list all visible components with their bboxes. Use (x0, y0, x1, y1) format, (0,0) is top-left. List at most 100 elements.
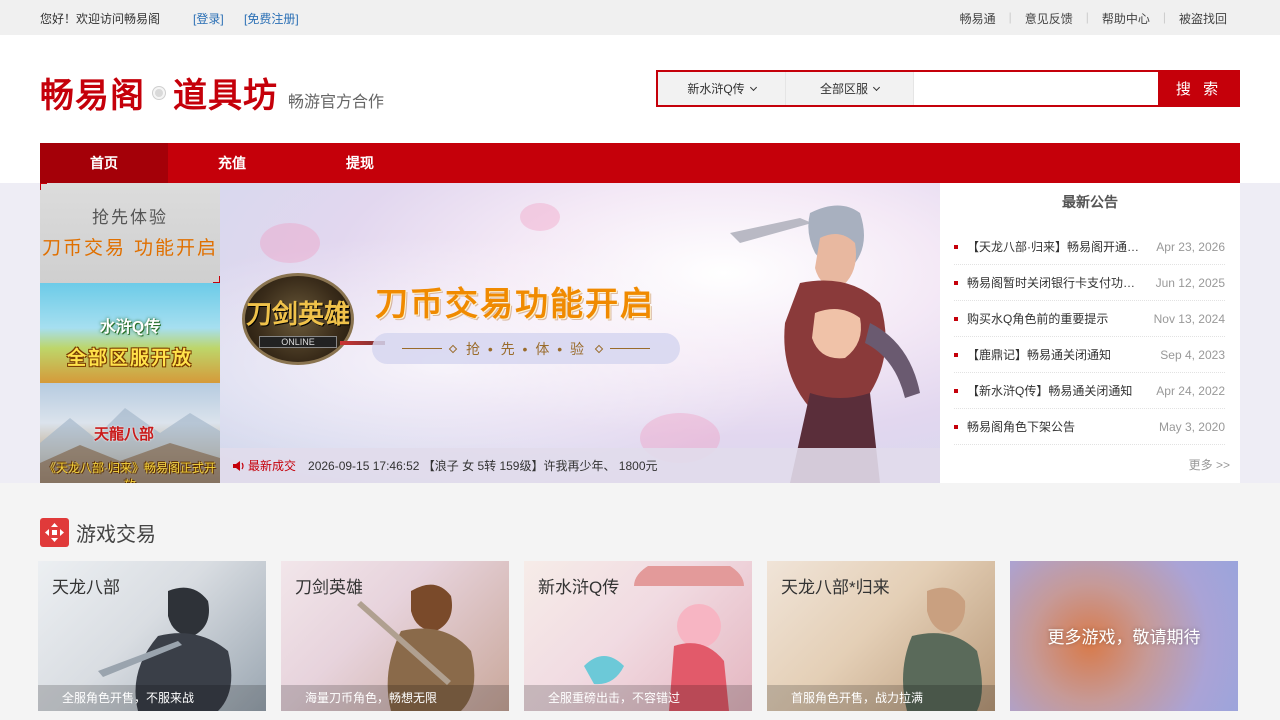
more-games-text: 更多游戏，敬请期待 (1047, 628, 1201, 647)
bullet-icon (954, 244, 958, 249)
top-link-changyitong[interactable]: 畅易通 (947, 10, 1009, 27)
promo-tile-tianlong[interactable]: 天龍八部 《天龙八部·归来》畅易阁正式开放 (40, 383, 220, 483)
promo-tile-line: 抢先体验 (92, 208, 168, 228)
top-link-feedback[interactable]: 意见反馈 (1012, 10, 1086, 27)
register-link[interactable]: [免费注册] (244, 10, 299, 27)
logo-dot-icon (153, 86, 165, 99)
latest-deal-label: 最新成交 (248, 459, 297, 473)
bullet-icon (954, 316, 958, 321)
game-logo-daojian: 刀剑英雄 ONLINE (242, 273, 354, 365)
game-card-tianlong-return[interactable]: 天龙八部*归来 首服角色开售，战力拉满 (767, 561, 995, 711)
game-card-caption: 海量刀币角色，畅想无限 (281, 685, 509, 711)
more-announcements-link[interactable]: 更多 >> (1189, 456, 1230, 473)
list-item[interactable]: 畅易阁角色下架公告 May 3, 2020 (954, 409, 1225, 445)
gamepad-icon (40, 518, 69, 547)
game-card-caption: 全服重磅出击，不容错过 (524, 685, 752, 711)
corner-mark-icon (40, 183, 47, 190)
announcement-item-date: Sep 4, 2023 (1160, 347, 1225, 362)
top-links: 畅易通 | 意见反馈 | 帮助中心 | 被盗找回 (947, 10, 1240, 27)
login-link[interactable]: [登录] (193, 10, 224, 27)
announcement-item-title[interactable]: 畅易阁角色下架公告 (967, 418, 1139, 435)
petal-decoration (260, 223, 320, 263)
top-bar: 您好！欢迎访问畅易阁 [登录] [免费注册] 畅易通 | 意见反馈 | 帮助中心… (0, 0, 1280, 35)
announcement-item-date: May 3, 2020 (1158, 419, 1225, 434)
banner-headline: 刀币交易功能开启 (375, 284, 655, 323)
announcement-item-title[interactable]: 【鹿鼎记】畅易通关闭通知 (967, 346, 1139, 363)
list-item[interactable]: 畅易阁暂时关闭银行卡支付功能公告 Jun 12, 2025 (954, 265, 1225, 301)
list-item[interactable]: 【新水浒Q传】畅易通关闭通知 Apr 24, 2022 (954, 373, 1225, 409)
site-logo[interactable]: 畅易阁 道具坊 畅游官方合作 (40, 68, 384, 117)
search-bar: 新水浒Q传 全部区服 搜 索 (656, 70, 1240, 107)
section-title: 游戏交易 (40, 518, 156, 547)
diamond-icon (594, 344, 604, 353)
banner-subline: 抢 • 先 • 体 • 验 (372, 333, 680, 364)
nav-item-home[interactable]: 首页 (40, 143, 168, 183)
petal-decoration (520, 203, 560, 231)
logo-brand-right: 道具坊 (173, 76, 278, 116)
promo-tile-line: 水浒Q传 (99, 319, 161, 336)
promo-tile-trial[interactable]: 抢先体验 刀币交易 功能开启 (40, 183, 220, 283)
game-card-caption: 首服角色开售，战力拉满 (767, 685, 995, 711)
bullet-icon (954, 424, 958, 429)
chevron-down-icon (749, 83, 757, 91)
banner-subline-text: 抢 • 先 • 体 • 验 (465, 340, 587, 357)
game-select-value: 新水浒Q传 (687, 82, 745, 96)
promo-tile-line: 全部区服开放 (66, 348, 193, 369)
nav-item-withdraw[interactable]: 提现 (296, 143, 424, 183)
server-select-value: 全部区服 (819, 82, 868, 96)
announcement-list: 【天龙八部·归来】畅易阁开通手机交易 Apr 23, 2026 畅易阁暂时关闭银行… (954, 229, 1225, 445)
divider (401, 348, 442, 349)
diamond-icon (448, 344, 458, 353)
bullet-icon (954, 388, 958, 393)
announcement-item-date: Apr 24, 2022 (1156, 383, 1225, 398)
game-card-name: 天龙八部 (52, 578, 120, 597)
game-card-name: 新水浒Q传 (538, 578, 620, 597)
latest-deal-ticker: 最新成交 2026-09-15 17:46:52 【浪子 女 5转 159级】许… (220, 448, 940, 483)
announcement-item-date: Apr 23, 2026 (1156, 239, 1225, 254)
top-link-help[interactable]: 帮助中心 (1089, 10, 1163, 27)
promo-tile-line: 《天龙八部·归来》畅易阁正式开放 (44, 461, 216, 483)
promo-tile-shuihu[interactable]: 水浒Q传 全部区服开放 (40, 283, 220, 383)
list-item[interactable]: 购买水Q角色前的重要提示 Nov 13, 2024 (954, 301, 1225, 337)
game-card-tianlong[interactable]: 天龙八部 全服角色开售，不服来战 (38, 561, 266, 711)
announcement-item-title[interactable]: 畅易阁暂时关闭银行卡支付功能公告 (967, 274, 1139, 291)
top-link-recover[interactable]: 被盗找回 (1166, 10, 1240, 27)
server-select[interactable]: 全部区服 (786, 72, 914, 105)
bullet-icon (954, 352, 958, 357)
game-card-caption: 全服角色开售，不服来战 (38, 685, 266, 711)
logo-brand-left: 畅易阁 (40, 76, 145, 116)
announcement-title: 最新公告 (1062, 194, 1118, 210)
announcement-item-title[interactable]: 【新水浒Q传】畅易通关闭通知 (967, 382, 1139, 399)
list-item[interactable]: 【天龙八部·归来】畅易阁开通手机交易 Apr 23, 2026 (954, 229, 1225, 265)
search-input[interactable] (914, 72, 1158, 105)
game-card-shuihu[interactable]: 新水浒Q传 全服重磅出击，不容错过 (524, 561, 752, 711)
divider (610, 348, 651, 349)
game-logo-sub: ONLINE (259, 336, 337, 348)
game-logo-text: 刀剑英雄 (245, 300, 350, 330)
announcement-item-title[interactable]: 【天龙八部·归来】畅易阁开通手机交易 (967, 238, 1139, 255)
game-card-name: 刀剑英雄 (295, 578, 363, 597)
bullet-icon (954, 280, 958, 285)
announcement-item-date: Nov 13, 2024 (1153, 311, 1225, 326)
list-item[interactable]: 【鹿鼎记】畅易通关闭通知 Sep 4, 2023 (954, 337, 1225, 373)
search-button[interactable]: 搜 索 (1158, 70, 1240, 107)
corner-mark-icon (213, 276, 220, 283)
chevron-down-icon (872, 83, 881, 91)
promo-tile-line: 刀币交易 功能开启 (41, 237, 219, 259)
nav-item-recharge[interactable]: 充值 (168, 143, 296, 183)
announcement-panel: 最新公告 【天龙八部·归来】畅易阁开通手机交易 Apr 23, 2026 畅易阁暂… (940, 183, 1240, 483)
promo-tile-line: 天龍八部 (94, 426, 155, 443)
game-card-daojian[interactable]: 刀剑英雄 海量刀币角色，畅想无限 (281, 561, 509, 711)
main-nav: 首页 充值 提现 (40, 143, 1240, 183)
announcement-item-title[interactable]: 购买水Q角色前的重要提示 (967, 310, 1139, 327)
game-select[interactable]: 新水浒Q传 (658, 72, 786, 105)
game-card-name: 天龙八部*归来 (781, 578, 890, 597)
announcement-item-date: Jun 12, 2025 (1155, 275, 1225, 290)
heroine-illustration (730, 205, 920, 483)
hero-banner[interactable]: 刀剑英雄 ONLINE 刀币交易功能开启 抢 • 先 • 体 • 验 (220, 183, 940, 483)
section-title-text: 游戏交易 (76, 524, 156, 546)
logo-tagline: 畅游官方合作 (288, 93, 385, 111)
welcome-text: 您好！欢迎访问畅易阁 (40, 12, 161, 26)
latest-deal-text[interactable]: 2026-09-15 17:46:52 【浪子 女 5转 159级】许我再少年、… (308, 457, 658, 474)
game-card-more[interactable]: 更多游戏，敬请期待 (1010, 561, 1238, 711)
